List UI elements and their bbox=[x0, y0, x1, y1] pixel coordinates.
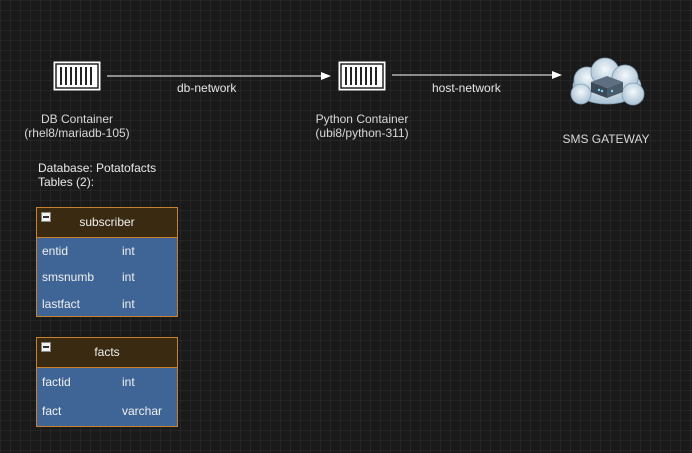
tables-count-label: Tables (2): bbox=[38, 175, 95, 189]
field-type: int bbox=[122, 270, 135, 284]
edge-label-db-network: db-network bbox=[177, 81, 237, 95]
edge-label-host-network: host-network bbox=[432, 81, 501, 95]
python-container-name: Python Container bbox=[315, 112, 409, 126]
field-type: int bbox=[122, 375, 135, 389]
table-row[interactable]: factid int bbox=[37, 368, 177, 397]
field-name: entid bbox=[42, 244, 69, 258]
table-subscriber[interactable]: subscriber entid int smsnumb int lastfac… bbox=[36, 207, 178, 317]
field-type: int bbox=[122, 244, 135, 258]
db-container-label: DB Container (rhel8/mariadb-105) bbox=[16, 112, 138, 140]
table-row[interactable]: lastfact int bbox=[37, 292, 177, 316]
python-container-label: Python Container (ubi8/python-311) bbox=[302, 112, 422, 140]
field-type: int bbox=[122, 297, 135, 311]
table-title: subscriber bbox=[79, 215, 135, 229]
container-icon[interactable] bbox=[337, 60, 387, 92]
sms-gateway-label: SMS GATEWAY bbox=[562, 132, 650, 146]
field-type: varchar bbox=[122, 404, 163, 418]
cloud-gateway-icon[interactable] bbox=[565, 56, 649, 112]
table-row[interactable]: smsnumb int bbox=[37, 265, 177, 292]
db-container-name: DB Container bbox=[40, 112, 114, 126]
db-container-image: (rhel8/mariadb-105) bbox=[24, 126, 130, 140]
table-facts[interactable]: facts factid int fact varchar bbox=[36, 337, 178, 427]
table-title: facts bbox=[94, 345, 120, 359]
table-header: facts bbox=[37, 338, 177, 368]
python-container-image: (ubi8/python-311) bbox=[315, 126, 409, 140]
table-row[interactable]: fact varchar bbox=[37, 397, 177, 426]
field-name: lastfact bbox=[42, 297, 81, 311]
database-title: Database: Potatofacts bbox=[38, 161, 157, 175]
field-name: smsnumb bbox=[42, 270, 95, 284]
field-name: fact bbox=[42, 404, 62, 418]
table-row[interactable]: entid int bbox=[37, 238, 177, 265]
table-header: subscriber bbox=[37, 208, 177, 238]
field-name: factid bbox=[42, 375, 71, 389]
container-icon[interactable] bbox=[52, 60, 102, 92]
